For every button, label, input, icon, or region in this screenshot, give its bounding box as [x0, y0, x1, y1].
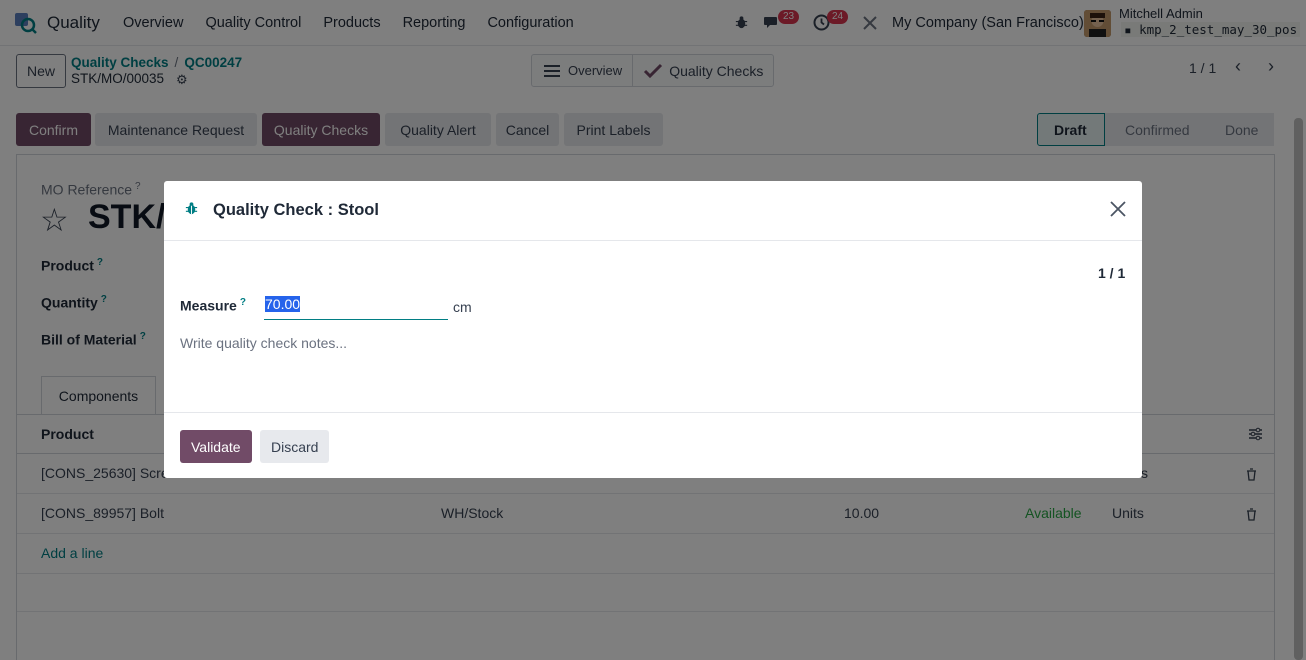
- measure-input-value: 70.00: [265, 296, 301, 312]
- dialog-header: Quality Check : Stool: [164, 181, 1142, 241]
- notes-field[interactable]: Write quality check notes...: [180, 335, 347, 351]
- dialog-title: Quality Check : Stool: [213, 201, 379, 219]
- close-icon[interactable]: [1109, 200, 1127, 218]
- dialog-footer: Validate Discard: [164, 412, 1142, 478]
- bug-icon: [185, 202, 198, 215]
- measure-label: Measure?: [180, 297, 246, 314]
- discard-button[interactable]: Discard: [260, 430, 330, 463]
- measure-input[interactable]: 70.00: [264, 296, 448, 320]
- check-counter: 1 / 1: [1098, 265, 1126, 281]
- validate-button[interactable]: Validate: [180, 430, 252, 463]
- measure-unit: cm: [453, 299, 472, 315]
- measure-label-text: Measure: [180, 297, 237, 314]
- quality-check-dialog: Quality Check : Stool 1 / 1 Measure? 70.…: [164, 181, 1142, 478]
